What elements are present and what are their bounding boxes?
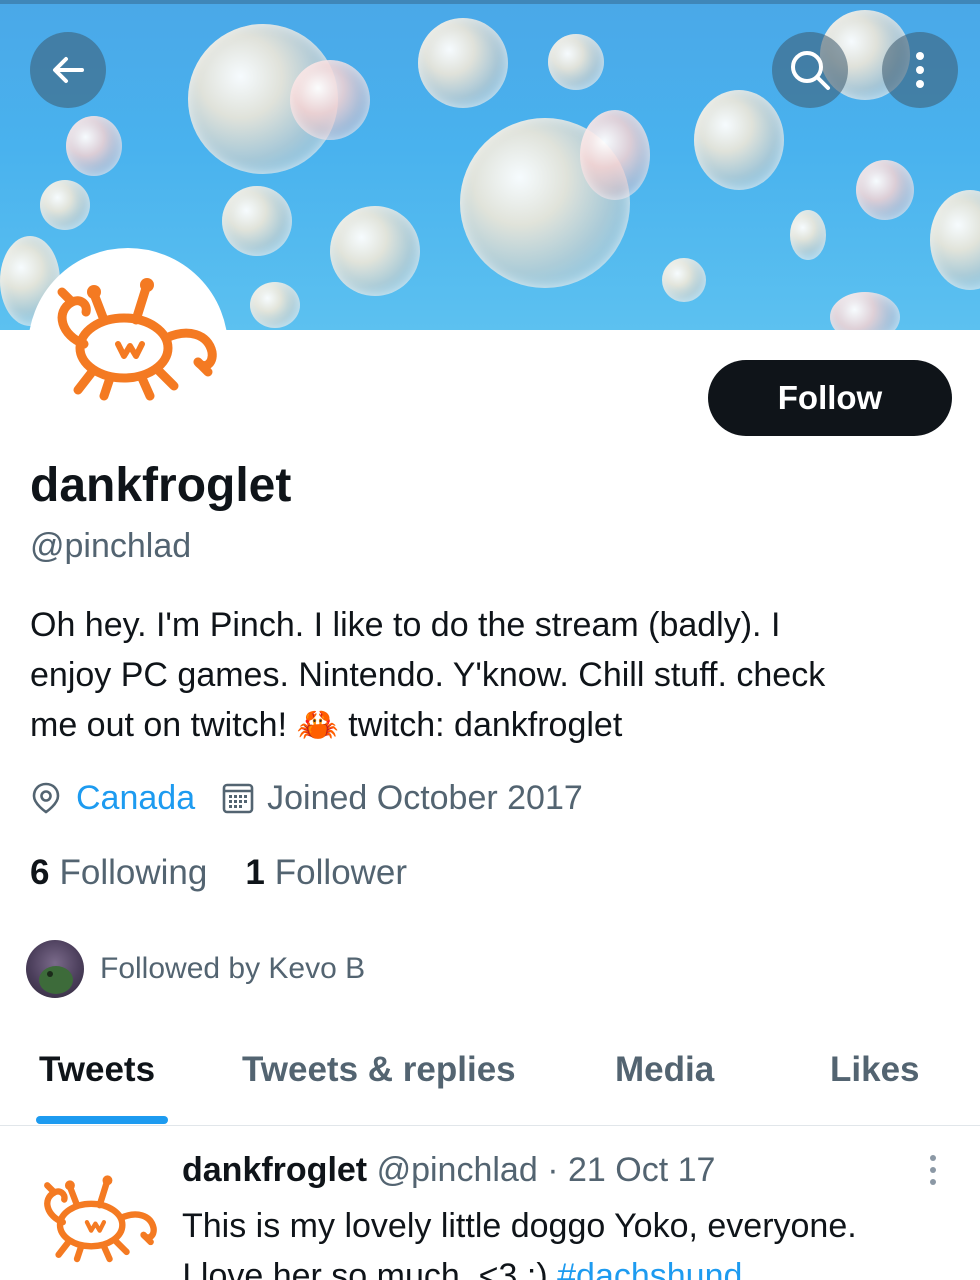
- tab-tweets[interactable]: Tweets: [39, 1050, 155, 1090]
- crab-avatar-icon: [57, 278, 217, 401]
- profile-joined-date: Joined October 2017: [267, 778, 583, 817]
- tweet-author-handle[interactable]: @pinchlad: [377, 1151, 538, 1189]
- following-link[interactable]: 6 Following: [30, 853, 207, 893]
- tweet-header: dankfroglet @pinchlad · 21 Oct 17: [182, 1151, 715, 1190]
- followed-by[interactable]: Followed by Kevo B: [26, 940, 365, 998]
- tweet-text: This is my lovely little doggo Yoko, eve…: [182, 1201, 962, 1280]
- tab-tweets-replies[interactable]: Tweets & replies: [242, 1050, 516, 1090]
- bio-line: enjoy PC games. Nintendo. Y'know. Chill …: [30, 656, 826, 694]
- follower-count: 1: [245, 853, 265, 892]
- follower-label: Follower: [274, 853, 408, 892]
- tweet-separator: ·: [547, 1151, 559, 1189]
- search-icon: [791, 51, 830, 90]
- followed-by-text: Followed by Kevo B: [100, 952, 366, 985]
- bio-line: me out on twitch! 🦀 twitch: dankfroglet: [30, 700, 960, 750]
- tweet-date[interactable]: 21 Oct 17: [568, 1151, 715, 1189]
- tweet-text-part: I love her so much. <3 :): [182, 1257, 558, 1280]
- follow-button[interactable]: Follow: [708, 360, 952, 436]
- profile-avatar[interactable]: [28, 248, 228, 448]
- tweet-text-line: I love her so much. <3 :) #dachshund: [182, 1251, 962, 1280]
- banner-bubble: [662, 258, 706, 302]
- profile-tabs: Tweets Tweets & replies Media Likes: [0, 1030, 980, 1126]
- frog-avatar-icon: [39, 966, 73, 994]
- bio-text: twitch: dankfroglet: [338, 706, 623, 744]
- search-button[interactable]: [772, 32, 848, 108]
- followers-link[interactable]: 1 Follower: [245, 853, 407, 893]
- tab-likes[interactable]: Likes: [830, 1050, 920, 1090]
- tweet-hashtag[interactable]: #dachshund: [557, 1257, 742, 1280]
- banner-bubble: [548, 34, 604, 90]
- banner-bubble: [250, 282, 300, 328]
- tweet-more-button[interactable]: [926, 1153, 940, 1194]
- arrow-left-icon: [53, 57, 84, 83]
- following-label: Following: [59, 853, 208, 892]
- banner-bubble: [330, 206, 420, 296]
- active-tab-indicator: [36, 1116, 168, 1124]
- tweet-author-name[interactable]: dankfroglet: [182, 1151, 367, 1189]
- more-vertical-icon: [930, 1155, 936, 1185]
- follower-avatar: [26, 940, 84, 998]
- banner-bubble: [290, 60, 370, 140]
- banner-bubble: [66, 116, 122, 176]
- tab-media[interactable]: Media: [615, 1050, 714, 1090]
- crab-avatar-icon: [44, 1175, 157, 1263]
- banner-bubble: [790, 210, 826, 260]
- banner-bubble: [830, 292, 900, 330]
- tweet[interactable]: dankfroglet @pinchlad · 21 Oct 17 This i…: [0, 1127, 980, 1280]
- follow-counts: 6 Following 1 Follower: [30, 853, 445, 893]
- banner-bubble: [580, 110, 650, 200]
- banner-bubble: [418, 18, 508, 108]
- following-count: 6: [30, 853, 50, 892]
- location-pin-icon: [32, 782, 60, 814]
- back-button[interactable]: [30, 32, 106, 108]
- profile-display-name: dankfroglet: [30, 459, 292, 512]
- crab-emoji: 🦀: [296, 706, 339, 744]
- profile-handle: @pinchlad: [30, 527, 192, 565]
- banner-bubble: [40, 180, 90, 230]
- more-button[interactable]: [882, 32, 958, 108]
- banner-bubble: [856, 160, 914, 220]
- profile-bio: Oh hey. I'm Pinch. I like to do the stre…: [30, 600, 960, 750]
- profile-meta: Canada Joined October 2017: [30, 776, 583, 820]
- profile-location[interactable]: Canada: [76, 779, 195, 818]
- banner-bubble: [930, 190, 980, 290]
- banner-bubble: [694, 90, 784, 190]
- tweet-text-line: This is my lovely little doggo Yoko, eve…: [182, 1207, 857, 1245]
- banner-bubble: [222, 186, 292, 256]
- calendar-icon: [222, 783, 254, 814]
- bio-line: Oh hey. I'm Pinch. I like to do the stre…: [30, 606, 781, 644]
- more-vertical-icon: [916, 52, 924, 88]
- tweet-avatar[interactable]: [26, 1157, 162, 1280]
- bio-text: me out on twitch!: [30, 706, 297, 744]
- banner-top-line: [0, 0, 980, 4]
